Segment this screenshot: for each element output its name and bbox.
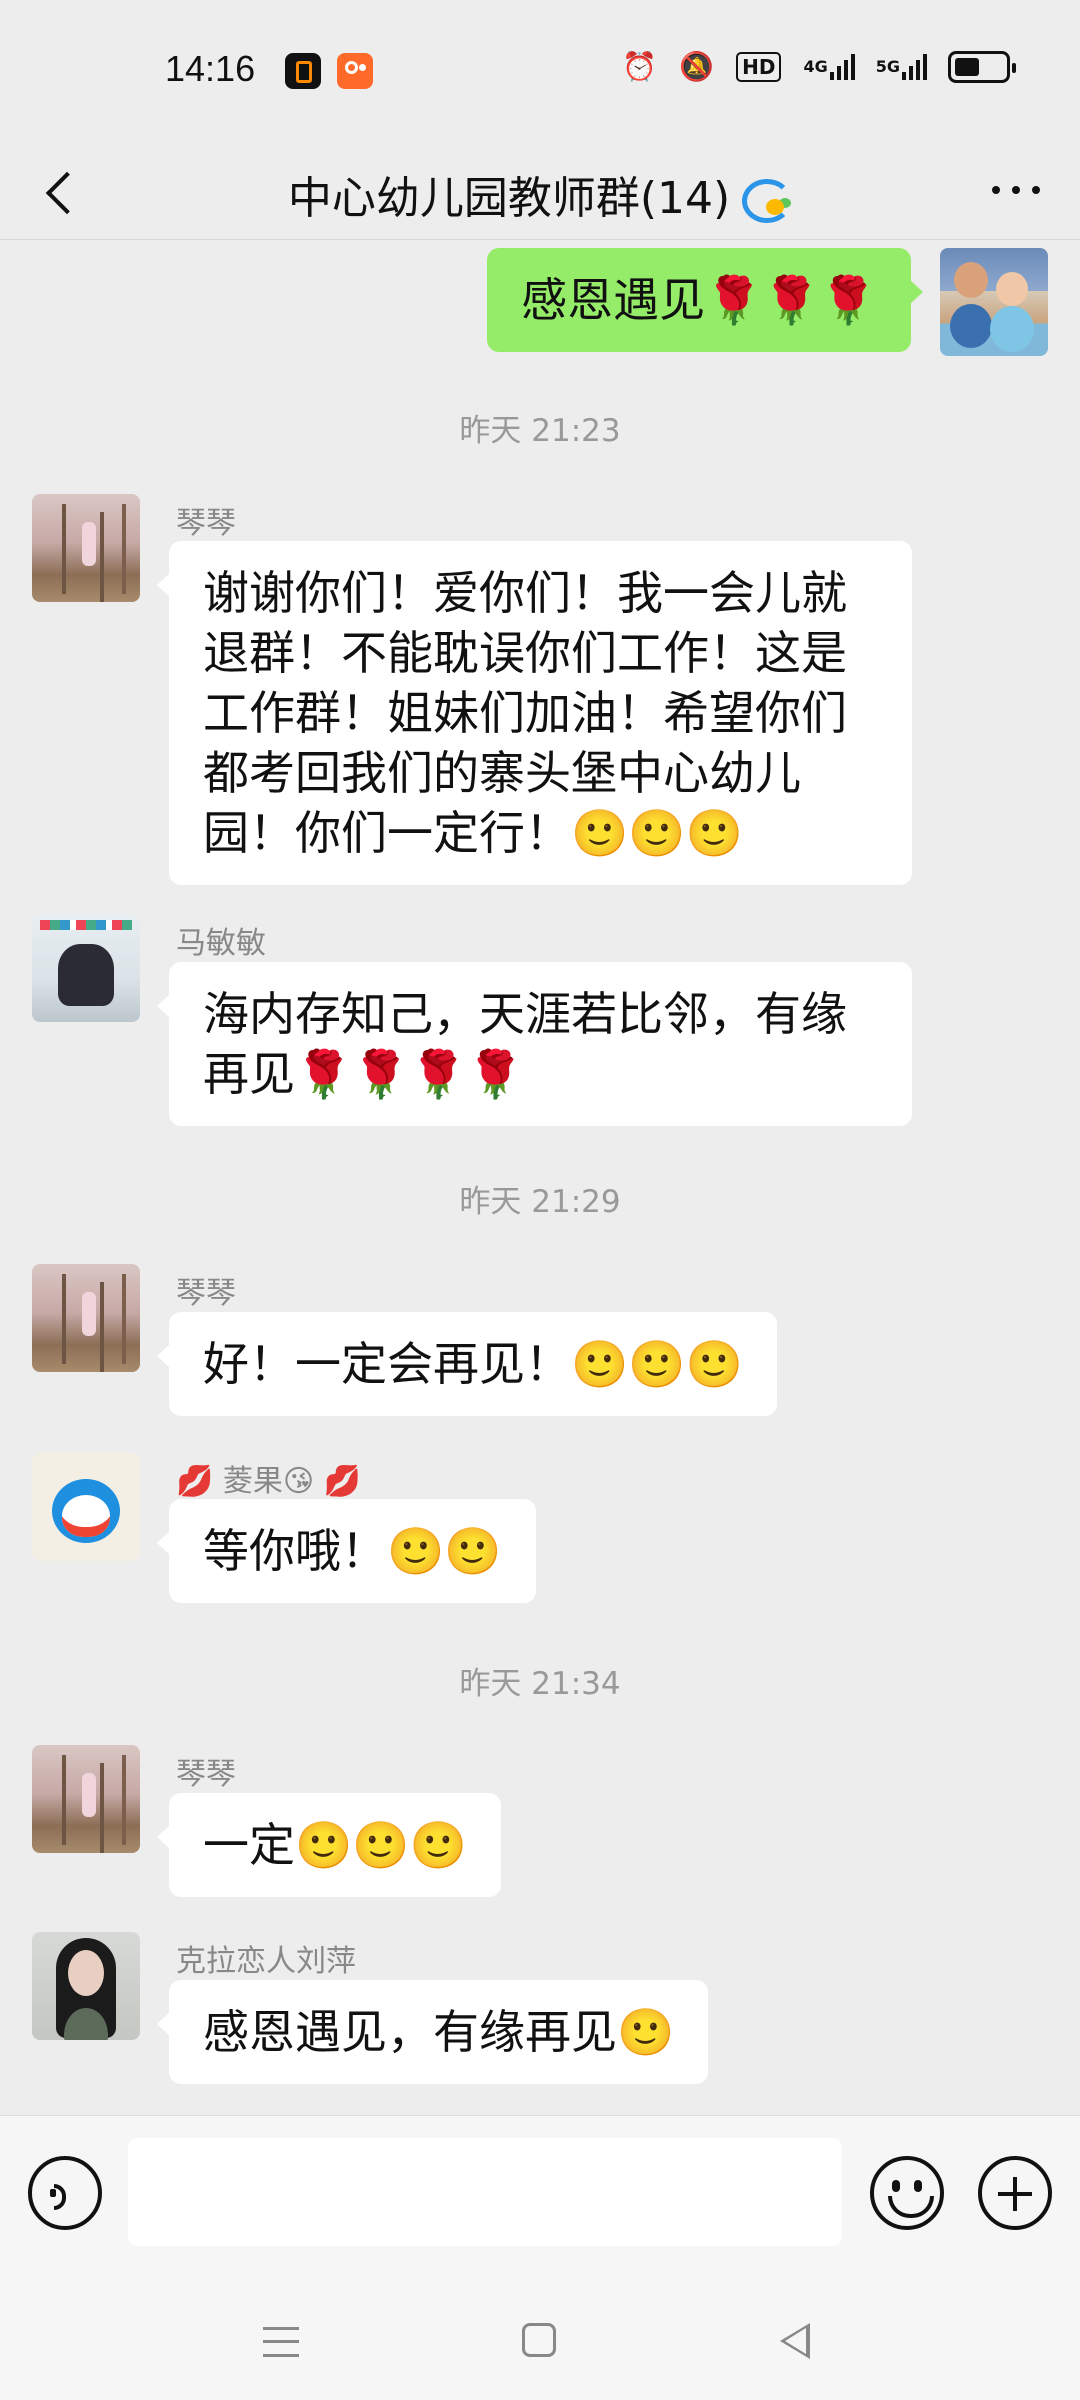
timestamp: 昨天 21:34 — [459, 1666, 621, 1702]
mute-icon: 🔕 — [679, 50, 715, 83]
avatar[interactable] — [32, 914, 140, 1022]
status-time: 14:16 — [165, 48, 256, 89]
page-title: 中心幼儿园教师群(14) — [287, 173, 731, 224]
status-icons: ⏰ 🔕 HD 4G 5G — [622, 50, 1016, 83]
sender-name: 克拉恋人刘萍 — [176, 1944, 356, 1979]
sender-name: 琴琴 — [176, 1757, 236, 1792]
menu-icon[interactable] — [263, 2327, 299, 2357]
input-bar — [0, 2115, 1080, 2275]
avatar[interactable] — [32, 1932, 140, 2040]
message-list[interactable]: 感恩遇见🌹🌹🌹 昨天 21:23 琴琴 谢谢你们！爱你们！我一会儿就退群！不能耽… — [0, 241, 1080, 2114]
home-icon[interactable] — [522, 2323, 556, 2357]
message-bubble[interactable]: 感恩遇见，有缘再见🙂 — [156, 1980, 709, 2084]
self-avatar[interactable] — [940, 248, 1048, 356]
timestamp: 昨天 21:29 — [459, 1184, 621, 1220]
message-bubble[interactable]: 一定🙂🙂🙂 — [157, 1793, 501, 1897]
avatar[interactable] — [32, 494, 140, 602]
sender-name: 琴琴 — [176, 1276, 236, 1311]
signal-5g-icon: 5G — [875, 54, 927, 80]
sender-name: 琴琴 — [176, 506, 236, 541]
voice-input-icon[interactable] — [28, 2156, 102, 2230]
sender-name: 马敏敏 — [176, 926, 266, 961]
message-bubble[interactable]: 等你哦！🙂🙂 — [157, 1499, 536, 1603]
app-notification-icon-2 — [337, 53, 373, 89]
message-bubble[interactable]: 谢谢你们！爱你们！我一会儿就退群！不能耽误你们工作！这是工作群！姐妹们加油！希望… — [157, 541, 912, 885]
emoji-icon[interactable] — [870, 2156, 944, 2230]
message-bubble-self[interactable]: 感恩遇见🌹🌹🌹 — [487, 248, 923, 352]
app-notification-icon — [285, 53, 321, 89]
timestamp: 昨天 21:23 — [459, 413, 621, 449]
message-input[interactable] — [128, 2138, 842, 2246]
signal-4g-icon: 4G — [803, 54, 855, 80]
message-bubble[interactable]: 海内存知己，天涯若比邻，有缘再见🌹🌹🌹🌹 — [157, 962, 912, 1126]
more-options-icon[interactable] — [988, 170, 1044, 210]
hd-icon: HD — [736, 51, 782, 82]
chat-header: 中心幼儿园教师群(14) — [0, 140, 1080, 240]
signal-5g-label: 5G — [875, 57, 900, 76]
title-wrap: 中心幼儿园教师群(14) — [0, 162, 1080, 226]
status-bar: 14:16 ⏰ 🔕 HD 4G 5G — [0, 0, 1080, 140]
avatar[interactable] — [32, 1264, 140, 1372]
sender-name: 💋 菱果😘 💋 — [176, 1464, 362, 1499]
alarm-icon: ⏰ — [622, 50, 658, 83]
signal-4g-label: 4G — [803, 57, 828, 76]
system-nav-bar — [0, 2275, 1080, 2400]
battery-icon — [948, 50, 1016, 83]
message-bubble[interactable]: 好！一定会再见！🙂🙂🙂 — [157, 1312, 777, 1416]
avatar[interactable] — [32, 1453, 140, 1561]
plus-icon[interactable] — [978, 2156, 1052, 2230]
avatar[interactable] — [32, 1745, 140, 1853]
group-chat-icon — [740, 175, 793, 223]
back-triangle-icon[interactable] — [780, 2323, 810, 2359]
